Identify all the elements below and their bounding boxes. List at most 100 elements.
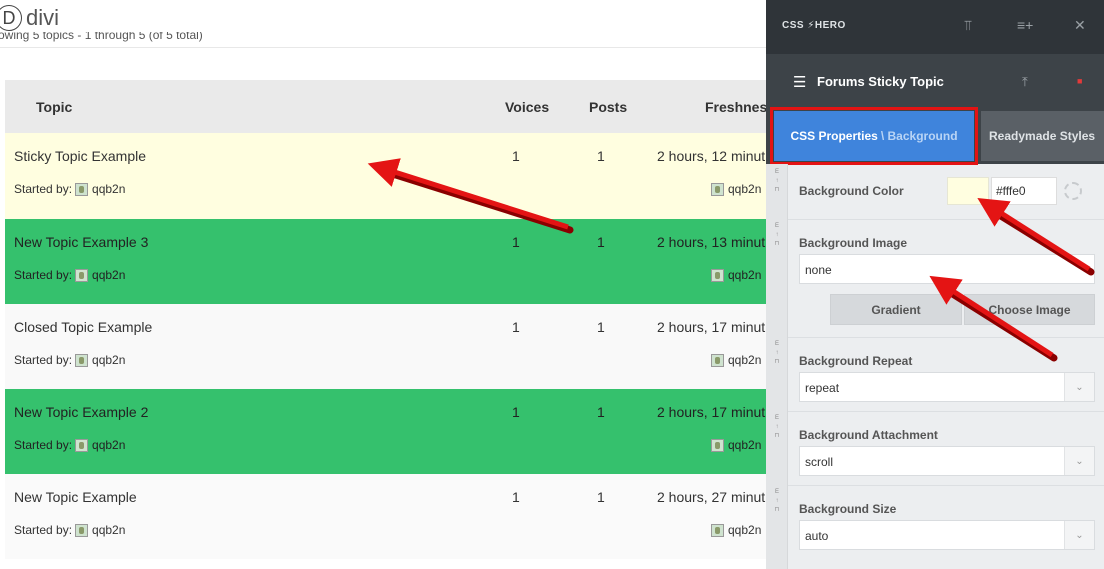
forum-page: D divi owing 5 topics - 1 through 5 (of … [0, 0, 766, 569]
bg-size-select[interactable]: auto ⌄ [799, 520, 1095, 550]
select-value: auto [805, 529, 829, 543]
gutter-letter: E [774, 489, 779, 495]
avatar[interactable] [711, 353, 724, 367]
header-topic: Topic [36, 99, 73, 115]
select-value: scroll [805, 455, 834, 469]
last-poster: qqb2n [708, 353, 761, 367]
avatar[interactable] [711, 182, 724, 196]
topic-title-link[interactable]: Sticky Topic Example [14, 148, 146, 164]
freshness-link[interactable]: 2 hours, 17 minut [657, 319, 765, 335]
last-poster: qqb2n [708, 182, 761, 196]
last-author-link[interactable]: qqb2n [728, 353, 761, 367]
prop-label: Background Size [799, 502, 897, 516]
avatar[interactable] [711, 523, 724, 537]
pin-icon[interactable]: ⤒ [1022, 74, 1028, 90]
freshness-link[interactable]: 2 hours, 17 minut [657, 404, 765, 420]
voices-count: 1 [512, 234, 520, 250]
bg-image-input[interactable]: none [799, 254, 1095, 284]
tab-breadcrumb: \ Background [880, 129, 958, 143]
properties-list: Background Color #fffe0 Background Image… [788, 164, 1104, 560]
bg-attachment-select[interactable]: scroll ⌄ [799, 446, 1095, 476]
select-value: repeat [805, 381, 840, 395]
freshness-link[interactable]: 2 hours, 13 minut [657, 234, 765, 250]
posts-count: 1 [597, 148, 605, 164]
last-author-link[interactable]: qqb2n [728, 268, 761, 282]
avatar[interactable] [711, 438, 724, 452]
pagination-count: owing 5 topics - 1 through 5 (of 5 total… [0, 32, 203, 42]
chevron-down-icon[interactable]: ⌄ [1064, 373, 1094, 401]
gutter-section[interactable]: E ↑ ⊓ [766, 488, 788, 515]
color-picker-icon[interactable] [1064, 182, 1082, 200]
gutter-section[interactable]: E ↑ ⊓ [766, 340, 788, 367]
bg-repeat-select[interactable]: repeat ⌄ [799, 372, 1095, 402]
table-row: Closed Topic Example 1 1 2 hours, 17 min… [5, 304, 766, 389]
header-posts: Posts [589, 99, 628, 115]
css-hero-panel: CSS ⚡HERO ⫪ ≡+ ✕ ☰ Forums Sticky Topic ⤒… [766, 0, 1104, 569]
align-icon[interactable]: ⫪ [964, 17, 972, 34]
header-divider [0, 47, 766, 48]
gutter-letter: E [774, 415, 779, 421]
chevron-down-icon[interactable]: ⌄ [1064, 447, 1094, 475]
panel-topbar: CSS ⚡HERO ⫪ ≡+ ✕ [766, 0, 1104, 54]
chevron-down-icon[interactable]: ⌄ [1064, 521, 1094, 549]
logo-mark: D [0, 5, 22, 31]
author-link[interactable]: qqb2n [92, 438, 125, 452]
gutter-section[interactable]: E ↑ ⊓ [766, 168, 788, 195]
prop-background-image: Background Image none Gradient Choose Im… [788, 220, 1104, 338]
list-menu-icon[interactable]: ☰ [793, 73, 806, 91]
last-author-link[interactable]: qqb2n [728, 182, 761, 196]
avatar[interactable] [75, 268, 89, 282]
color-value-input[interactable]: #fffe0 [991, 177, 1057, 205]
avatar[interactable] [711, 268, 724, 282]
avatar[interactable] [75, 353, 89, 367]
table-header: Topic Voices Posts Freshness [5, 80, 766, 133]
choose-image-button[interactable]: Choose Image [964, 294, 1095, 325]
site-logo[interactable]: D divi [0, 2, 59, 34]
table-row: Sticky Topic Example 1 1 2 hours, 12 min… [5, 133, 766, 219]
record-icon[interactable]: ■ [1077, 76, 1082, 86]
header-freshness: Freshness [705, 99, 766, 115]
color-swatch[interactable] [947, 177, 989, 205]
gutter-section[interactable]: E ↑ ⊓ [766, 414, 788, 441]
topic-title-link[interactable]: New Topic Example 3 [14, 234, 148, 250]
prop-label: Background Color [799, 184, 904, 198]
last-poster: qqb2n [708, 523, 761, 537]
prop-background-repeat: Background Repeat repeat ⌄ [788, 338, 1104, 412]
author-link[interactable]: qqb2n [92, 268, 125, 282]
started-by-label: Started by: [14, 353, 73, 367]
panel-tabs: CSS Properties \ Background Readymade St… [766, 107, 1104, 165]
gradient-button[interactable]: Gradient [830, 294, 962, 325]
started-by-label: Started by: [14, 438, 73, 452]
freshness-link[interactable]: 2 hours, 12 minut [657, 148, 765, 164]
add-list-icon[interactable]: ≡+ [1017, 17, 1033, 33]
tab-readymade-styles[interactable]: Readymade Styles [981, 111, 1104, 161]
started-by-label: Started by: [14, 523, 73, 537]
voices-count: 1 [512, 404, 520, 420]
prop-label: Background Image [799, 236, 908, 250]
tab-css-properties[interactable]: CSS Properties \ Background [770, 107, 978, 165]
last-author-link[interactable]: qqb2n [728, 438, 761, 452]
started-by: Started by: qqb2n [14, 182, 125, 196]
close-icon[interactable]: ✕ [1074, 17, 1086, 34]
started-by-label: Started by: [14, 182, 73, 196]
topic-title-link[interactable]: New Topic Example 2 [14, 404, 148, 420]
author-link[interactable]: qqb2n [92, 182, 125, 196]
gutter-section[interactable]: E ↑ ⊓ [766, 222, 788, 249]
header-voices: Voices [505, 99, 550, 115]
tab-label: CSS Properties [790, 129, 878, 143]
element-title: Forums Sticky Topic [817, 74, 944, 89]
author-link[interactable]: qqb2n [92, 353, 125, 367]
posts-count: 1 [597, 234, 605, 250]
voices-count: 1 [512, 489, 520, 505]
topic-title-link[interactable]: New Topic Example [14, 489, 137, 505]
table-row: New Topic Example 1 1 2 hours, 27 minut … [5, 474, 766, 559]
topic-title-link[interactable]: Closed Topic Example [14, 319, 152, 335]
author-link[interactable]: qqb2n [92, 523, 125, 537]
avatar[interactable] [75, 523, 89, 537]
freshness-link[interactable]: 2 hours, 27 minut [657, 489, 765, 505]
avatar[interactable] [75, 182, 89, 196]
prop-background-attachment: Background Attachment scroll ⌄ [788, 412, 1104, 486]
avatar[interactable] [75, 438, 89, 452]
last-author-link[interactable]: qqb2n [728, 523, 761, 537]
last-poster: qqb2n [708, 268, 761, 282]
